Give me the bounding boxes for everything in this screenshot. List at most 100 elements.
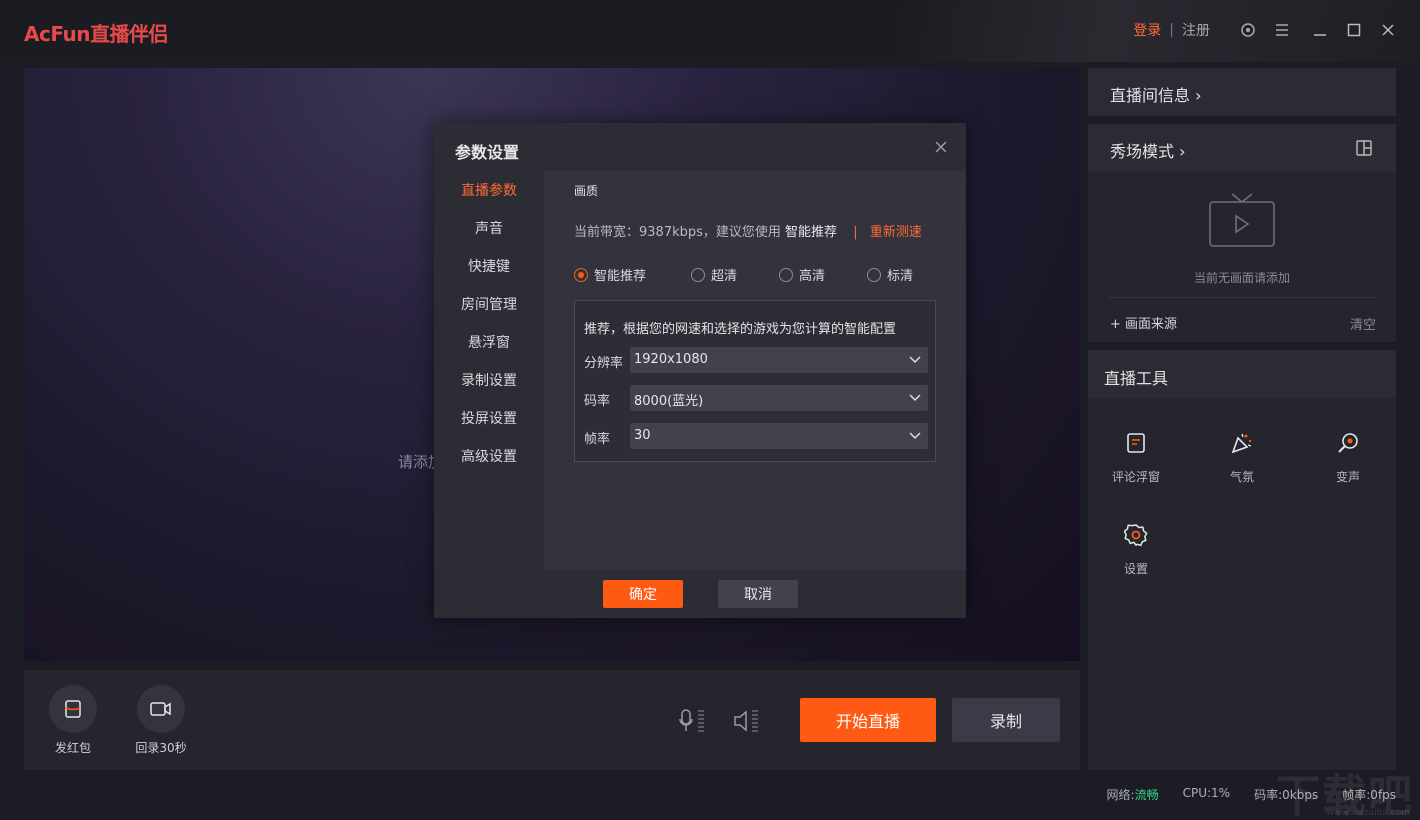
room-info-header[interactable]: 直播间信息 › xyxy=(1088,68,1396,116)
tool-label: 评论浮窗 xyxy=(1111,470,1160,484)
title-bar: AcFun直播伴侣 登录 | 注册 xyxy=(0,0,1420,62)
nav-sound[interactable]: 声音 xyxy=(434,209,544,247)
dialog-title: 参数设置 xyxy=(455,143,520,162)
tv-icon xyxy=(1208,190,1276,252)
bitrate-value: 8000(蓝光) xyxy=(634,394,704,409)
voice-change-icon xyxy=(1308,430,1388,456)
red-packet-label: 发红包 xyxy=(54,741,91,755)
ok-button[interactable]: 确定 xyxy=(603,580,683,608)
quality-radio-group: 智能推荐 超清 高清 标清 xyxy=(574,265,954,285)
live-tools-title: 直播工具 xyxy=(1104,369,1169,388)
login-link[interactable]: 登录 xyxy=(1133,20,1161,40)
skin-icon[interactable] xyxy=(1238,20,1258,40)
nav-live-params[interactable]: 直播参数 xyxy=(434,171,544,209)
retest-link[interactable]: 重新测速 xyxy=(870,225,922,240)
microphone-icon[interactable] xyxy=(678,707,708,739)
smart-config-box: 推荐，根据您的网速和选择的游戏为您计算的智能配置 分辨率 1920x1080 码… xyxy=(574,300,936,462)
show-mode-label: 秀场模式 › xyxy=(1110,142,1186,161)
nav-cast-settings[interactable]: 投屏设置 xyxy=(434,399,544,437)
bandwidth-separator: | xyxy=(853,225,858,240)
maximize-icon[interactable] xyxy=(1344,20,1364,40)
chevron-down-icon xyxy=(909,356,921,364)
nav-floating-window[interactable]: 悬浮窗 xyxy=(434,323,544,361)
add-source-button[interactable]: + 画面来源 xyxy=(1110,313,1177,332)
layout-icon[interactable] xyxy=(1356,140,1372,160)
dialog-footer: 确定 取消 xyxy=(434,570,966,618)
chevron-down-icon xyxy=(909,394,921,402)
room-info-label: 直播间信息 › xyxy=(1110,86,1202,105)
register-link[interactable]: 注册 xyxy=(1182,20,1210,40)
cancel-button[interactable]: 取消 xyxy=(718,580,798,608)
record-button[interactable]: 录制 xyxy=(952,698,1060,742)
nav-advanced-settings[interactable]: 高级设置 xyxy=(434,437,544,475)
title-separator: | xyxy=(1169,22,1174,38)
party-icon xyxy=(1202,430,1282,456)
tool-voice-change[interactable]: 变声 xyxy=(1308,430,1388,485)
settings-dialog: 参数设置 直播参数 声音 快捷键 房间管理 悬浮窗 录制设置 投屏设置 高级设置… xyxy=(434,123,966,618)
radio-ultra-hd[interactable]: 超清 xyxy=(691,265,737,284)
bitrate-row: 码率 8000(蓝光) xyxy=(584,385,928,411)
tool-comment-float[interactable]: 评论浮窗 xyxy=(1096,430,1176,485)
tool-settings[interactable]: 设置 xyxy=(1096,522,1176,577)
minimize-icon[interactable] xyxy=(1310,20,1330,40)
radio-indicator xyxy=(867,267,881,282)
radio-label: 高清 xyxy=(799,269,826,284)
watermark-url: www.xiazaiba.com xyxy=(1326,808,1410,818)
dialog-close-icon[interactable] xyxy=(934,139,950,155)
bandwidth-recommend: 智能推荐 xyxy=(785,225,838,240)
empty-source-text: 当前无画面请添加 xyxy=(1193,271,1290,285)
divider xyxy=(1108,297,1378,298)
network-status: 网络:流畅 xyxy=(1107,786,1159,803)
framerate-select[interactable]: 30 xyxy=(630,423,928,449)
radio-label: 超清 xyxy=(711,269,738,284)
show-mode-panel: 秀场模式 › 当前无画面请添加 + 画面来源 清空 xyxy=(1088,124,1396,342)
nav-room-management[interactable]: 房间管理 xyxy=(434,285,544,323)
start-live-button[interactable]: 开始直播 xyxy=(800,698,936,742)
radio-indicator xyxy=(779,267,793,282)
radio-label: 智能推荐 xyxy=(594,269,647,284)
resolution-value: 1920x1080 xyxy=(634,352,708,367)
speaker-icon[interactable] xyxy=(732,707,762,739)
red-packet-button[interactable]: 发红包 xyxy=(43,685,103,756)
radio-label: 标清 xyxy=(887,269,914,284)
radio-indicator xyxy=(691,267,705,282)
camera-icon xyxy=(137,685,185,733)
app-logo: AcFun直播伴侣 xyxy=(24,22,168,46)
radio-hd[interactable]: 高清 xyxy=(779,265,825,284)
bitrate-label: 码率 xyxy=(584,394,611,409)
tool-label: 设置 xyxy=(1123,562,1148,576)
title-bar-controls: 登录 | 注册 xyxy=(1133,20,1398,40)
nav-record-settings[interactable]: 录制设置 xyxy=(434,361,544,399)
network-value: 流畅 xyxy=(1134,788,1159,802)
tool-atmosphere[interactable]: 气氛 xyxy=(1202,430,1282,485)
live-tools-panel: 直播工具 评论浮窗 气氛 变声 设置 xyxy=(1088,350,1396,770)
resolution-label: 分辨率 xyxy=(584,356,624,371)
settings-icon xyxy=(1096,522,1176,548)
replay-button[interactable]: 回录30秒 xyxy=(131,685,191,756)
settings-nav: 直播参数 声音 快捷键 房间管理 悬浮窗 录制设置 投屏设置 高级设置 xyxy=(434,171,544,570)
red-packet-icon xyxy=(49,685,97,733)
comment-float-icon xyxy=(1096,430,1176,456)
framerate-value: 30 xyxy=(634,428,651,443)
replay-label: 回录30秒 xyxy=(135,741,187,755)
framerate-row: 帧率 30 xyxy=(584,423,928,449)
menu-icon[interactable] xyxy=(1272,20,1292,40)
radio-sd[interactable]: 标清 xyxy=(867,265,913,284)
bandwidth-text: 当前带宽：9387kbps，建议您使用 xyxy=(574,225,781,240)
bottom-bar: 发红包 回录30秒 开始直播 录制 xyxy=(24,670,1080,770)
bandwidth-info: 当前带宽：9387kbps，建议您使用 智能推荐 | 重新测速 xyxy=(574,221,922,240)
close-icon[interactable] xyxy=(1378,20,1398,40)
cpu-status: CPU:1% xyxy=(1182,786,1231,800)
nav-shortcuts[interactable]: 快捷键 xyxy=(434,247,544,285)
resolution-select[interactable]: 1920x1080 xyxy=(630,347,928,373)
tool-label: 变声 xyxy=(1335,470,1360,484)
radio-smart[interactable]: 智能推荐 xyxy=(574,265,646,284)
chevron-down-icon xyxy=(909,432,921,440)
resolution-row: 分辨率 1920x1080 xyxy=(584,347,928,373)
clear-button[interactable]: 清空 xyxy=(1350,314,1376,333)
bitrate-select[interactable]: 8000(蓝光) xyxy=(630,385,928,411)
network-label: 网络: xyxy=(1106,788,1135,802)
radio-indicator xyxy=(574,267,588,282)
framerate-label: 帧率 xyxy=(584,432,611,447)
show-mode-header[interactable]: 秀场模式 › xyxy=(1088,124,1396,172)
